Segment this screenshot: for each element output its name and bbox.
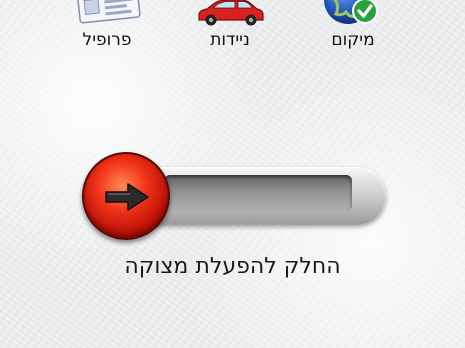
globe-check-icon <box>298 0 408 26</box>
nav-label-profile: פרופיל <box>82 30 132 50</box>
slider-groove <box>164 175 352 211</box>
profile-card-icon <box>52 0 162 26</box>
top-navigation: פרופיל ניידות מיקום <box>0 0 465 60</box>
arrow-right-icon <box>105 183 149 211</box>
slider-knob[interactable] <box>82 152 170 240</box>
nav-item-mobility[interactable]: ניידות <box>175 0 285 58</box>
slider-instruction: החלק להפעלת מצוקה <box>124 254 341 279</box>
nav-item-profile[interactable]: פרופיל <box>52 0 162 58</box>
car-icon <box>175 0 285 26</box>
nav-label-mobility: ניידות <box>210 30 250 50</box>
distress-slider[interactable] <box>80 150 390 242</box>
nav-label-location: מיקום <box>331 30 375 50</box>
nav-item-location[interactable]: מיקום <box>298 0 408 58</box>
